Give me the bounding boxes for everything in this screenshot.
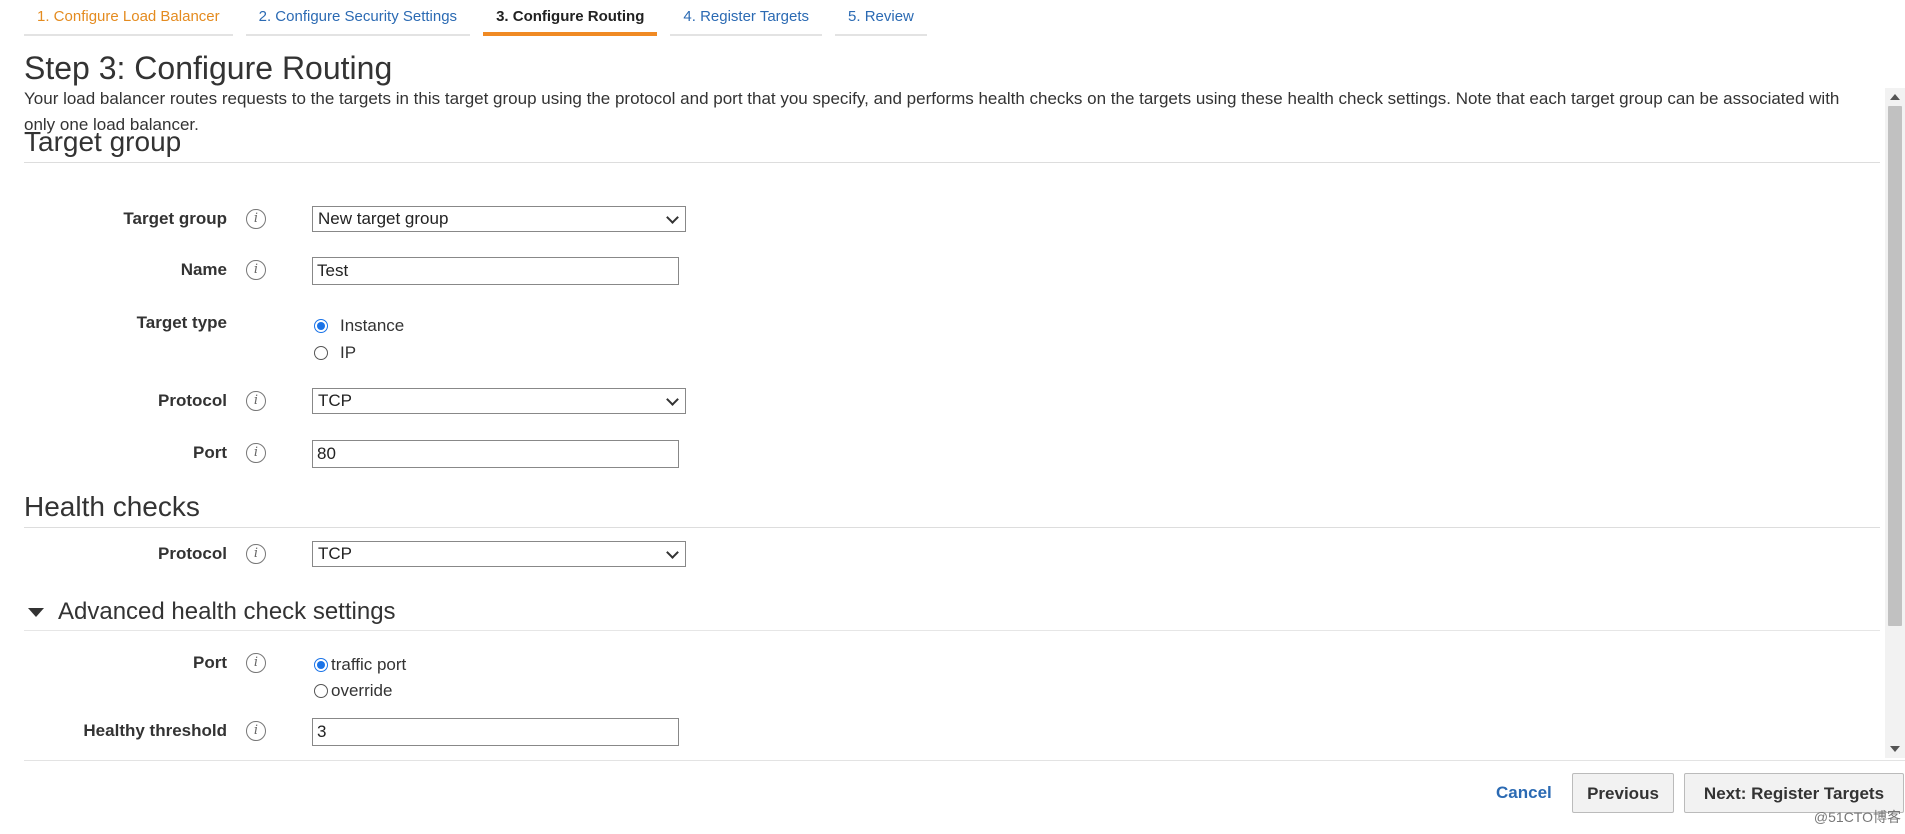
info-icon[interactable]: i bbox=[246, 653, 266, 673]
radio-button[interactable] bbox=[314, 684, 328, 698]
cancel-button[interactable]: Cancel bbox=[1496, 783, 1552, 803]
info-icon[interactable]: i bbox=[246, 391, 266, 411]
wizard-footer: Cancel Previous Next: Register Targets bbox=[24, 760, 1905, 834]
radio-button-checked[interactable] bbox=[314, 658, 328, 672]
port-override-label: override bbox=[331, 681, 393, 700]
healthy-threshold-label: Healthy threshold bbox=[83, 721, 227, 740]
scroll-thumb[interactable] bbox=[1888, 106, 1902, 626]
port-traffic-port-label: traffic port bbox=[331, 655, 407, 674]
info-icon[interactable]: i bbox=[246, 209, 266, 229]
port-label: Port bbox=[193, 443, 227, 462]
caret-down-icon[interactable] bbox=[28, 607, 44, 617]
protocol-select-value: TCP bbox=[318, 391, 352, 410]
target-type-label: Target type bbox=[136, 313, 227, 332]
watermark: @51CTO博客 bbox=[1813, 809, 1901, 825]
protocol-select[interactable]: TCP bbox=[312, 388, 686, 414]
tab-register-targets[interactable]: 4. Register Targets bbox=[670, 0, 823, 36]
target-type-instance-option[interactable]: Instance bbox=[314, 314, 404, 338]
info-icon[interactable]: i bbox=[246, 721, 266, 741]
tab-configure-security-settings[interactable]: 2. Configure Security Settings bbox=[245, 0, 471, 36]
info-icon[interactable]: i bbox=[246, 443, 266, 463]
protocol-label: Protocol bbox=[158, 391, 227, 410]
chevron-down-icon bbox=[666, 546, 679, 559]
previous-button[interactable]: Previous bbox=[1572, 773, 1674, 813]
page-title: Step 3: Configure Routing bbox=[24, 50, 393, 86]
health-protocol-select[interactable]: TCP bbox=[312, 541, 686, 567]
name-label: Name bbox=[180, 260, 227, 279]
target-type-instance-label: Instance bbox=[340, 316, 405, 335]
advanced-settings-label: Advanced health check settings bbox=[58, 598, 396, 625]
tab-configure-load-balancer[interactable]: 1. Configure Load Balancer bbox=[24, 0, 233, 36]
radio-button-checked[interactable] bbox=[314, 319, 328, 333]
target-type-ip-label: IP bbox=[340, 343, 357, 362]
target-group-select-value: New target group bbox=[318, 209, 449, 228]
target-group-select[interactable]: New target group bbox=[312, 206, 686, 232]
main-content: Step 3: Configure Routing Your load bala… bbox=[0, 36, 1880, 760]
port-input[interactable] bbox=[312, 440, 679, 468]
scroll-up-arrow-icon[interactable] bbox=[1890, 94, 1900, 100]
info-icon[interactable]: i bbox=[246, 544, 266, 564]
scroll-down-arrow-icon[interactable] bbox=[1890, 746, 1900, 752]
chevron-down-icon bbox=[666, 393, 679, 406]
vertical-scrollbar[interactable] bbox=[1885, 88, 1905, 758]
advanced-settings-heading[interactable]: Advanced health check settings bbox=[24, 598, 1880, 631]
target-group-heading: Target group bbox=[24, 126, 1880, 163]
info-icon[interactable]: i bbox=[246, 260, 266, 280]
port-override-option[interactable]: override bbox=[314, 679, 392, 703]
health-protocol-select-value: TCP bbox=[318, 544, 352, 563]
healthy-threshold-input[interactable] bbox=[312, 718, 679, 746]
health-protocol-label: Protocol bbox=[158, 544, 227, 563]
tab-configure-routing[interactable]: 3. Configure Routing bbox=[483, 0, 658, 36]
name-input[interactable] bbox=[312, 257, 679, 285]
wizard-tabs: 1. Configure Load Balancer 2. Configure … bbox=[24, 0, 940, 36]
advanced-port-label: Port bbox=[193, 653, 227, 672]
chevron-down-icon bbox=[666, 211, 679, 224]
target-type-ip-option[interactable]: IP bbox=[314, 341, 356, 365]
tab-review[interactable]: 5. Review bbox=[835, 0, 927, 36]
radio-button[interactable] bbox=[314, 346, 328, 360]
health-checks-heading: Health checks bbox=[24, 491, 1880, 528]
target-group-label: Target group bbox=[123, 209, 227, 228]
port-traffic-port-option[interactable]: traffic port bbox=[314, 653, 406, 677]
